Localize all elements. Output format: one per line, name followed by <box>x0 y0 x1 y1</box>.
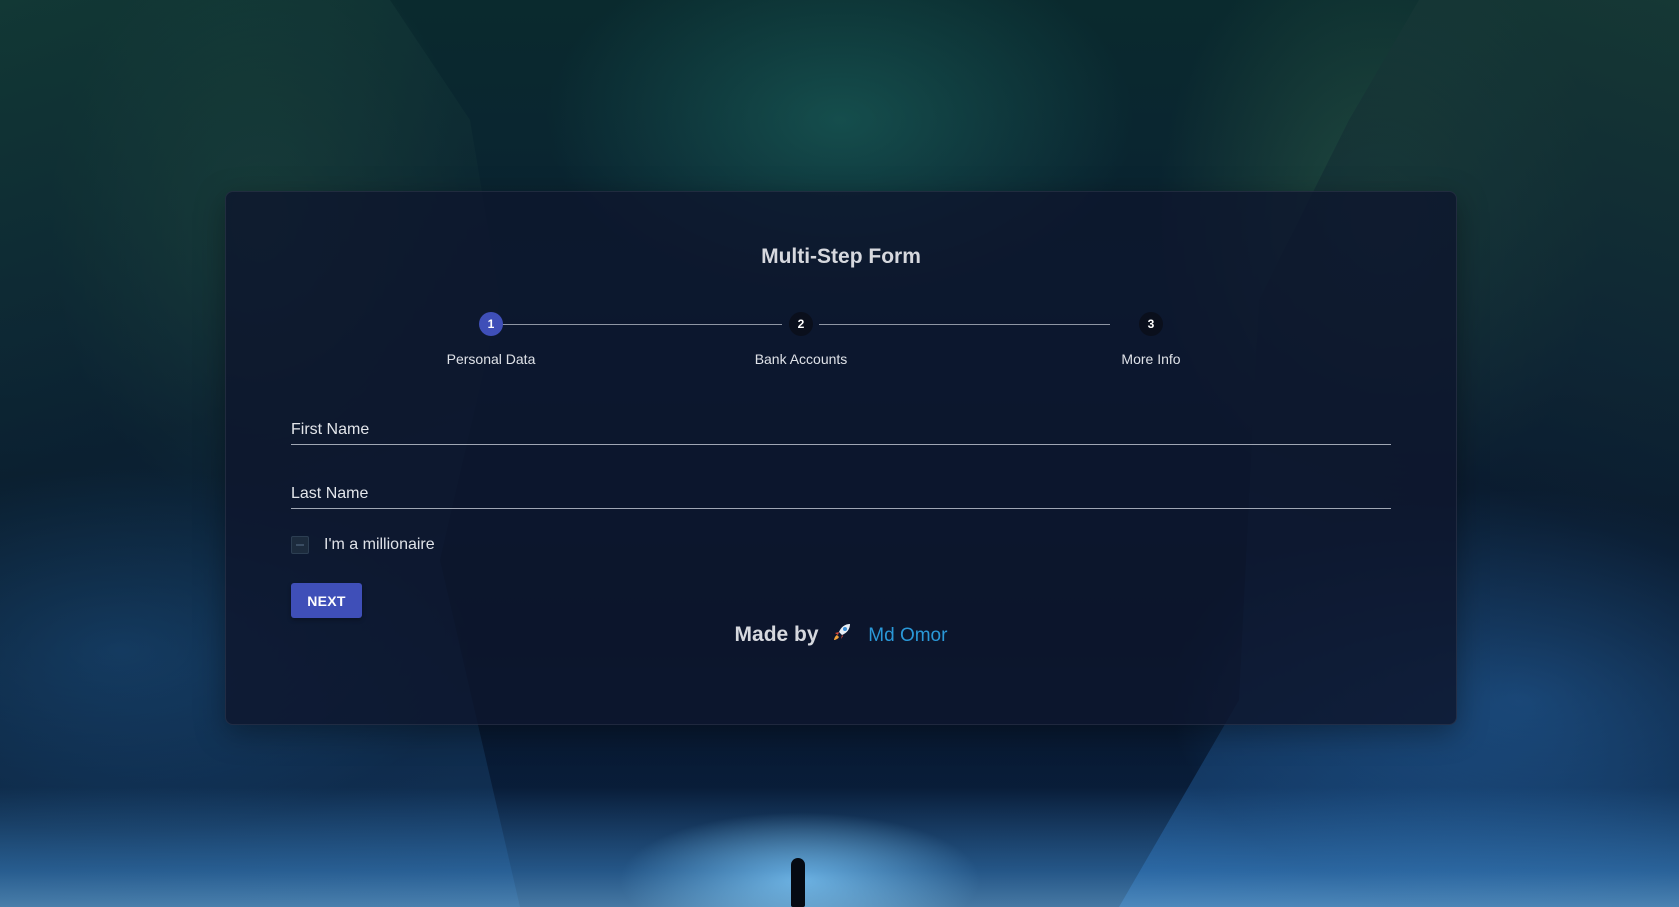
stepper: 1 Personal Data 2 Bank Accounts 3 More I… <box>226 192 1456 392</box>
step-bank-accounts[interactable]: 2 Bank Accounts <box>701 312 901 367</box>
step-more-info[interactable]: 3 More Info <box>1051 312 1251 367</box>
last-name-input[interactable] <box>291 482 1391 506</box>
step-1-label: Personal Data <box>446 351 536 367</box>
step-2-circle: 2 <box>789 312 813 336</box>
step-1-circle: 1 <box>479 312 503 336</box>
made-by-footer: Made by Md Omor <box>226 620 1456 650</box>
made-by-text: Made by <box>734 623 819 646</box>
background-snow <box>0 787 1679 907</box>
first-name-field <box>291 418 1391 445</box>
step-3-label: More Info <box>1121 351 1181 367</box>
background-person-silhouette <box>791 858 805 907</box>
rocket-icon <box>830 620 854 650</box>
millionaire-checkbox[interactable] <box>291 536 309 554</box>
author-link[interactable]: Md Omor <box>868 625 947 646</box>
last-name-field <box>291 482 1391 509</box>
first-name-input[interactable] <box>291 418 1391 442</box>
form-card: Multi-Step Form 1 Personal Data 2 Bank A… <box>225 191 1457 725</box>
next-button[interactable]: NEXT <box>291 583 362 618</box>
step-3-circle: 3 <box>1139 312 1163 336</box>
millionaire-checkbox-row[interactable]: I'm a millionaire <box>291 535 435 555</box>
step-personal-data[interactable]: 1 Personal Data <box>391 312 591 367</box>
background-scene: Multi-Step Form 1 Personal Data 2 Bank A… <box>0 0 1679 907</box>
step-2-label: Bank Accounts <box>754 351 848 367</box>
checkbox-indicator-icon <box>296 544 304 546</box>
millionaire-checkbox-label[interactable]: I'm a millionaire <box>324 536 435 554</box>
